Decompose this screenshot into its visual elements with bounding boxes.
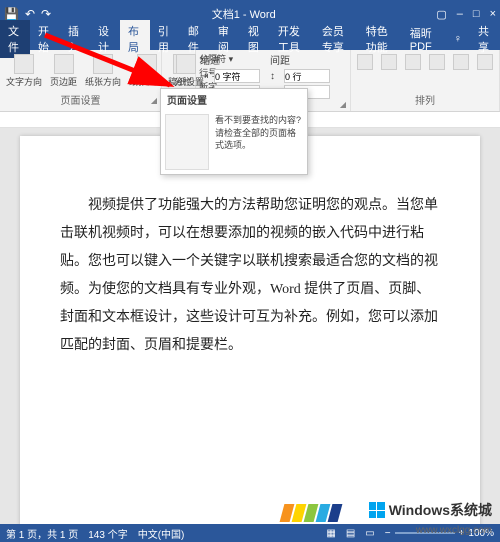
watermark-text: Windows系统城 (369, 500, 492, 520)
ribbon-opts-icon[interactable]: ▢ (436, 8, 446, 21)
tooltip-thumb-icon (165, 114, 209, 170)
maximize-button[interactable]: □ (473, 8, 480, 20)
tooltip-line1: 看不到要查找的内容? (215, 114, 303, 127)
page-setup-launcher-icon[interactable]: ◢ (151, 94, 157, 108)
text-direction-button[interactable]: 文字方向 (4, 52, 44, 90)
space-before-input[interactable] (284, 69, 330, 83)
spacing-header: 间距 (270, 52, 330, 67)
space-before-icon: ↕ (270, 71, 282, 82)
windows-logo-icon (369, 502, 385, 518)
tooltip-line2: 请检查全部的页面格式选项。 (215, 127, 303, 152)
bring-forward-button[interactable] (403, 52, 423, 72)
position-button[interactable] (355, 52, 375, 72)
save-icon[interactable]: 💾 (4, 7, 19, 21)
view-web-icon[interactable]: ▭ (365, 528, 374, 539)
indent-header: 缩进 (200, 52, 260, 67)
send-backward-button[interactable] (427, 52, 447, 72)
indent-left-icon: ⇥ (200, 71, 212, 82)
orientation-button[interactable]: 纸张方向 (83, 52, 123, 90)
wrap-button[interactable] (379, 52, 399, 72)
close-button[interactable]: × (490, 8, 496, 20)
group-arrange: 排列 (351, 50, 500, 111)
tooltip-title: 页面设置 (161, 89, 307, 110)
page-setup-tooltip: 页面设置 看不到要查找的内容? 请检查全部的页面格式选项。 (160, 88, 308, 175)
document-area[interactable]: 视频提供了功能强大的方法帮助您证明您的观点。当您单击联机视频时，可以在想要添加的… (0, 128, 500, 524)
watermark-url: www.wxclgg.com (416, 525, 492, 536)
zoom-out-icon[interactable]: − (385, 528, 391, 539)
ribbon-tabs: 文件 开始 插入 设计 布局 引用 邮件 审阅 视图 开发工具 会员专享 特色功… (0, 28, 500, 50)
tell-me[interactable]: ♀ (446, 30, 470, 48)
window-controls: ▢ – □ × (436, 8, 496, 21)
undo-icon[interactable]: ↶ (25, 7, 35, 21)
redo-icon[interactable]: ↷ (41, 7, 51, 21)
indent-left-input[interactable] (214, 69, 260, 83)
status-words[interactable]: 143 个字 (88, 526, 127, 541)
align-button[interactable] (475, 52, 495, 72)
paragraph-launcher-icon[interactable]: ◢ (340, 98, 346, 112)
status-lang[interactable]: 中文(中国) (138, 526, 185, 541)
minimize-button[interactable]: – (457, 8, 463, 20)
group-label-arrange: 排列 (355, 95, 495, 109)
margins-button[interactable]: 页边距 (48, 52, 79, 90)
qat: 💾 ↶ ↷ (4, 7, 51, 21)
view-print-icon[interactable]: ▤ (346, 528, 355, 539)
view-read-icon[interactable]: ▦ (326, 528, 335, 539)
status-page[interactable]: 第 1 页，共 1 页 (6, 526, 78, 541)
watermark-bars-icon (282, 504, 340, 522)
body-paragraph[interactable]: 视频提供了功能强大的方法帮助您证明您的观点。当您单击联机视频时，可以在想要添加的… (60, 192, 440, 360)
selection-pane-button[interactable] (451, 52, 471, 72)
group-label-page-setup: 页面设置 (61, 96, 101, 107)
group-page-setup: 文字方向 页边距 纸张方向 纸张大小 分栏 分隔符 ▾ 行号 ▾ 断字 ▾ 页面… (0, 50, 162, 111)
page[interactable]: 视频提供了功能强大的方法帮助您证明您的观点。当您单击联机视频时，可以在想要添加的… (20, 136, 480, 524)
